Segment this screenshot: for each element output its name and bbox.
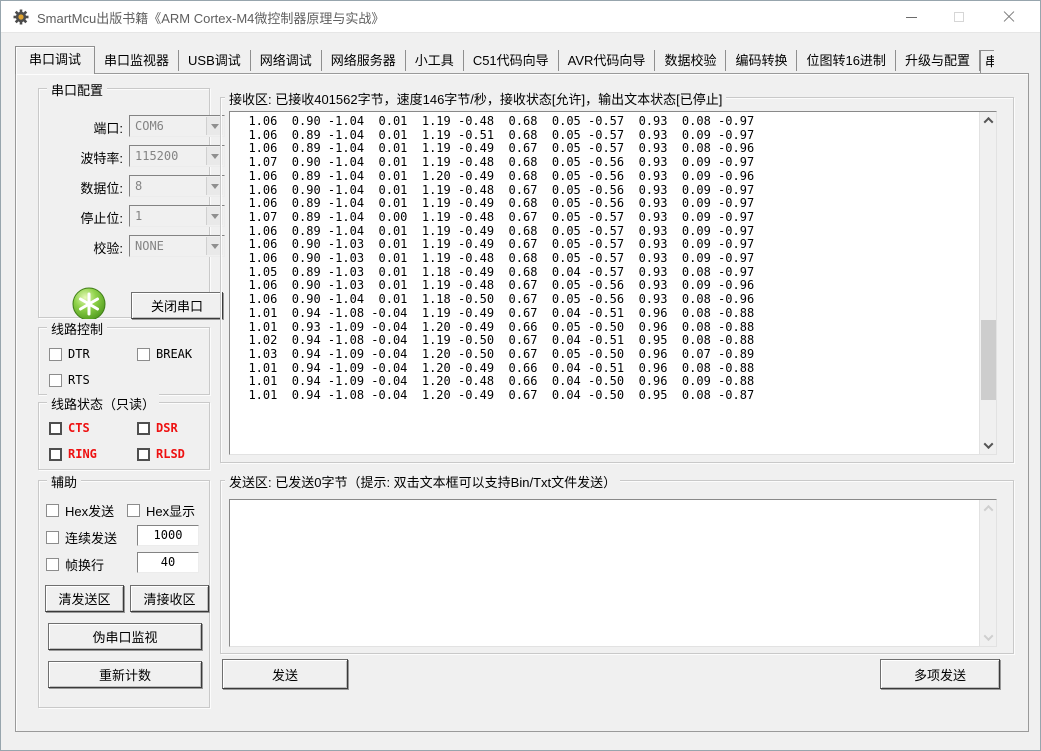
send-text — [234, 503, 978, 644]
parity-label: 校验: — [43, 238, 123, 257]
scroll-up-button[interactable] — [980, 500, 997, 517]
scroll-down-button[interactable] — [980, 437, 997, 454]
cts-indicator: CTS — [49, 421, 90, 435]
databits-label: 数据位: — [43, 178, 123, 197]
chevron-down-icon — [984, 631, 994, 641]
continuous-send-checkbox[interactable]: 连续发送 — [46, 528, 117, 547]
chevron-up-icon — [984, 505, 994, 515]
parity-select[interactable]: NONE — [129, 235, 225, 257]
stopbits-select[interactable]: 1 — [129, 205, 225, 227]
baudrate-label: 波特率: — [43, 148, 123, 167]
databits-value: 8 — [135, 179, 142, 193]
databits-select[interactable]: 8 — [129, 175, 225, 197]
baudrate-value: 115200 — [135, 149, 178, 163]
window-title: SmartMcu出版书籍《ARM Cortex-M4微控制器原理与实战》 — [37, 8, 384, 27]
tab-bar: 串口调试 串口监视器 USB调试 网络调试 网络服务器 小工具 C51代码向导 … — [15, 46, 1038, 74]
clear-send-button[interactable]: 清发送区 — [45, 585, 124, 612]
tab-serial-debug[interactable]: 串口调试 — [15, 46, 95, 74]
break-checkbox[interactable]: BREAK — [137, 347, 192, 361]
gear-app-icon — [12, 8, 30, 26]
close-port-button[interactable]: 关闭串口 — [131, 292, 223, 319]
port-value: COM6 — [135, 119, 164, 133]
send-group: 发送区: 已发送0字节（提示: 双击文本框可以支持Bin/Txt文件发送） — [220, 480, 1014, 654]
rts-checkbox[interactable]: RTS — [49, 373, 90, 387]
tab-partial-clipped[interactable]: 串 — [980, 50, 994, 74]
line-control-title: 线路控制 — [47, 319, 107, 338]
minimize-icon — [906, 17, 917, 18]
aux-group: 辅助 Hex发送 Hex显示 连续发送 1000 帧换行 40 清发送区 清接收… — [38, 480, 210, 708]
chevron-down-icon — [984, 439, 994, 449]
tab-c51-wizard[interactable]: C51代码向导 — [464, 50, 559, 71]
stopbits-label: 停止位: — [43, 208, 123, 227]
frame-value-input[interactable]: 40 — [137, 552, 199, 573]
line-status-group: 线路状态（只读） CTS DSR RING RLSD — [38, 402, 210, 470]
serial-debug-page: 串口配置 端口: COM6 波特率: 115200 数据位: 8 停止位: 1 … — [15, 73, 1029, 732]
dsr-indicator: DSR — [137, 421, 178, 435]
minimize-button[interactable] — [888, 1, 934, 33]
chevron-up-icon — [984, 117, 994, 127]
tab-network-debug[interactable]: 网络调试 — [251, 50, 322, 71]
send-textarea[interactable] — [229, 499, 997, 647]
close-icon — [1003, 11, 1015, 23]
receive-data: 1.06 0.90 -1.04 0.01 1.19 -0.48 0.68 0.0… — [234, 115, 978, 452]
tab-tools[interactable]: 小工具 — [406, 50, 464, 71]
dtr-checkbox[interactable]: DTR — [49, 347, 90, 361]
tab-data-checksum[interactable]: 数据校验 — [655, 50, 726, 71]
recount-button[interactable]: 重新计数 — [48, 661, 202, 688]
multi-send-button[interactable]: 多项发送 — [880, 659, 1000, 689]
clear-receive-button[interactable]: 清接收区 — [130, 585, 209, 612]
tab-usb-debug[interactable]: USB调试 — [179, 50, 251, 71]
aux-title: 辅助 — [47, 472, 81, 491]
port-open-led-icon — [71, 286, 107, 322]
frame-newline-checkbox[interactable]: 帧换行 — [46, 555, 104, 574]
send-scrollbar[interactable] — [979, 500, 996, 646]
close-button[interactable] — [986, 1, 1032, 33]
rlsd-indicator: RLSD — [137, 447, 185, 461]
receive-textarea[interactable]: 1.06 0.90 -1.04 0.01 1.19 -0.48 0.68 0.0… — [229, 111, 997, 455]
serial-config-group: 串口配置 端口: COM6 波特率: 115200 数据位: 8 停止位: 1 … — [38, 88, 210, 318]
tab-encoding-convert[interactable]: 编码转换 — [726, 50, 797, 71]
line-control-group: 线路控制 DTR BREAK RTS — [38, 327, 210, 395]
serial-config-title: 串口配置 — [47, 80, 107, 99]
receive-header: 接收区: 已接收401562字节，速度146字节/秒，接收状态[允许]，输出文本… — [225, 89, 726, 108]
send-header: 发送区: 已发送0字节（提示: 双击文本框可以支持Bin/Txt文件发送） — [225, 472, 620, 491]
title-bar: SmartMcu出版书籍《ARM Cortex-M4微控制器原理与实战》 — [1, 1, 1040, 33]
port-select[interactable]: COM6 — [129, 115, 225, 137]
hex-display-checkbox[interactable]: Hex显示 — [127, 501, 195, 520]
receive-scrollbar[interactable] — [979, 112, 996, 454]
continuous-interval-input[interactable]: 1000 — [137, 525, 199, 546]
maximize-button[interactable] — [936, 1, 982, 33]
tab-bitmap-to-hex[interactable]: 位图转16进制 — [797, 50, 895, 71]
scrollbar-thumb[interactable] — [981, 320, 996, 400]
tab-avr-wizard[interactable]: AVR代码向导 — [559, 50, 656, 71]
hex-send-checkbox[interactable]: Hex发送 — [46, 501, 114, 520]
scroll-down-button[interactable] — [980, 629, 997, 646]
ring-indicator: RING — [49, 447, 97, 461]
tab-upgrade-config[interactable]: 升级与配置 — [896, 50, 980, 71]
stopbits-value: 1 — [135, 209, 142, 223]
app-window: SmartMcu出版书籍《ARM Cortex-M4微控制器原理与实战》 串口调… — [0, 0, 1041, 751]
send-button[interactable]: 发送 — [222, 659, 348, 689]
port-label: 端口: — [43, 118, 123, 137]
baudrate-select[interactable]: 115200 — [129, 145, 225, 167]
maximize-icon — [954, 12, 964, 22]
tab-network-server[interactable]: 网络服务器 — [322, 50, 406, 71]
pseudo-monitor-button[interactable]: 伪串口监视 — [48, 623, 202, 650]
tab-serial-monitor[interactable]: 串口监视器 — [95, 50, 179, 71]
line-status-title: 线路状态（只读） — [47, 394, 159, 413]
receive-group: 接收区: 已接收401562字节，速度146字节/秒，接收状态[允许]，输出文本… — [220, 97, 1014, 463]
parity-value: NONE — [135, 239, 164, 253]
scroll-up-button[interactable] — [980, 112, 997, 129]
